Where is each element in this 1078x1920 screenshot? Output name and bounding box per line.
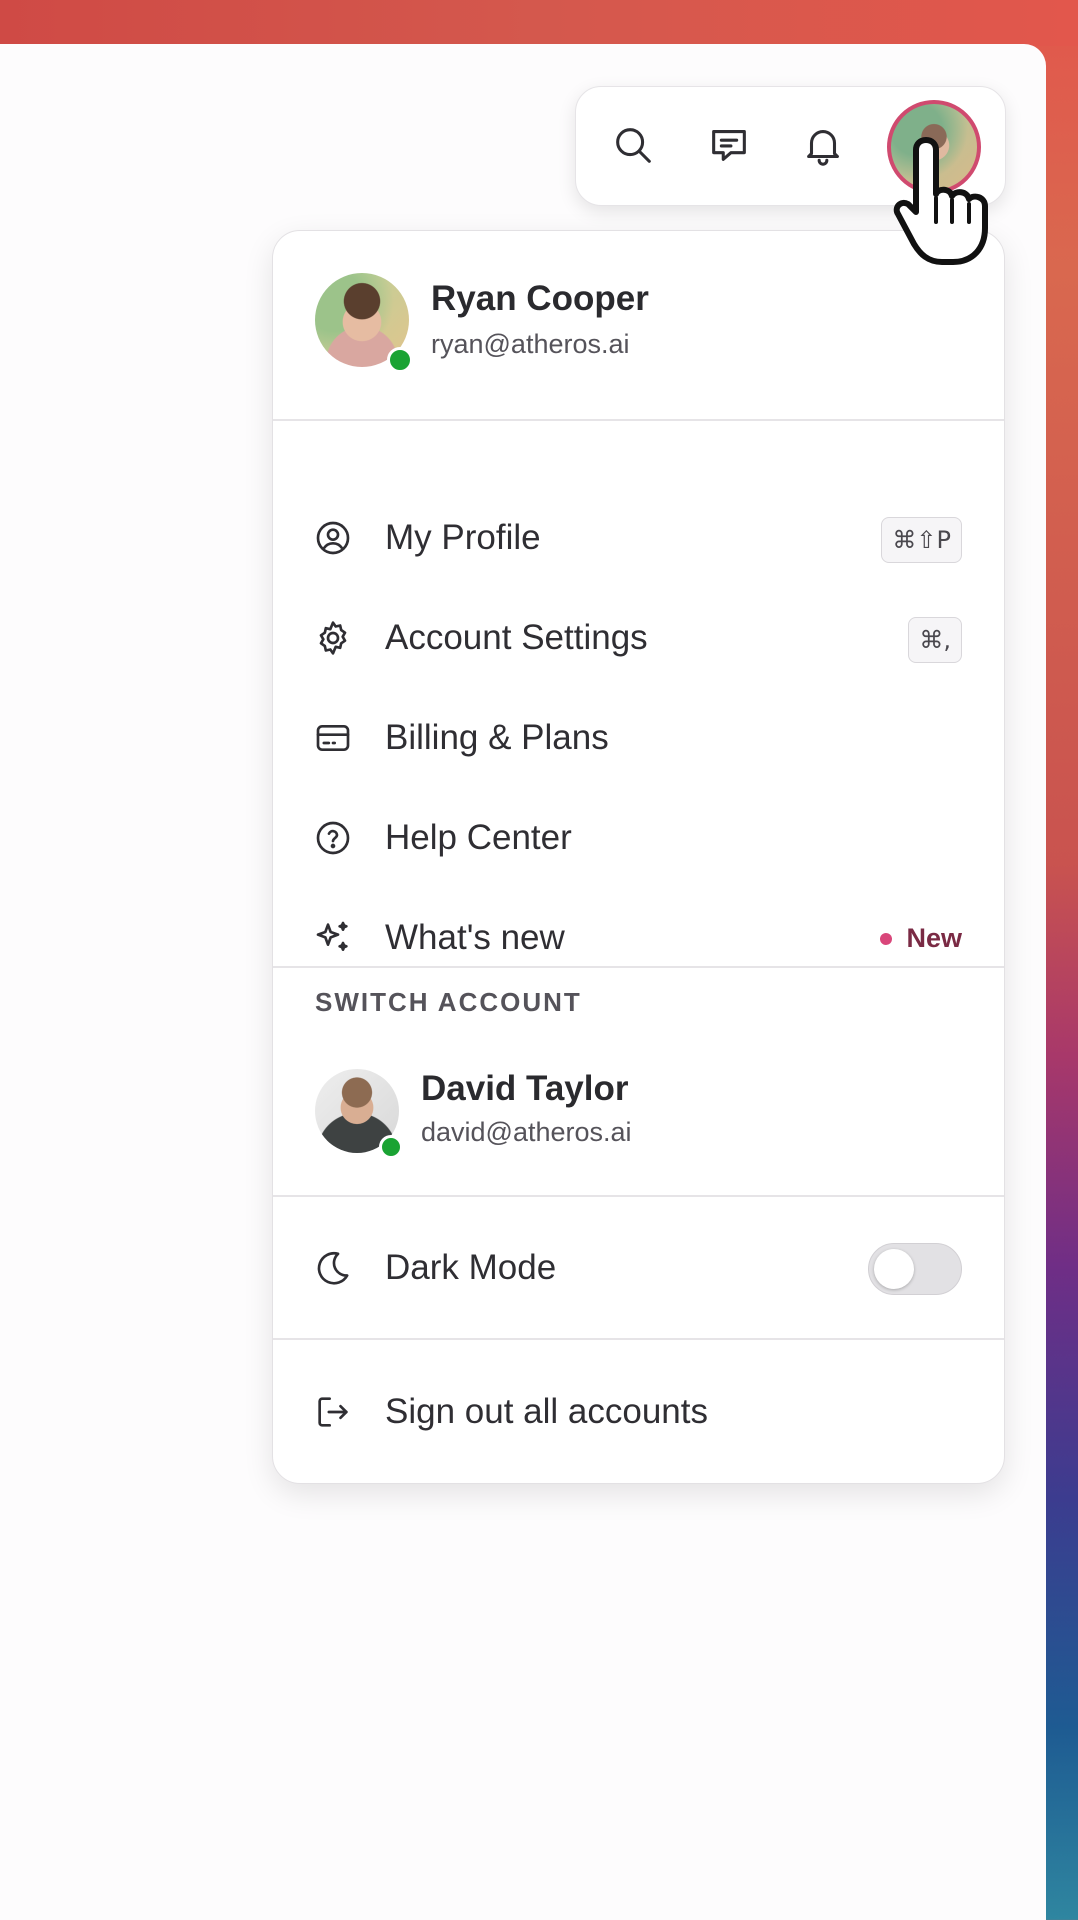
- moon-icon: [313, 1248, 353, 1288]
- new-dot: [880, 932, 893, 945]
- search-icon: [610, 122, 656, 173]
- top-toolbar: [575, 86, 1006, 206]
- menu-item-account-settings[interactable]: Account Settings ⌘,: [273, 593, 1004, 683]
- new-badge: New: [880, 923, 962, 954]
- new-badge-label: New: [906, 923, 962, 953]
- divider: [273, 419, 1004, 421]
- divider: [273, 1338, 1004, 1340]
- profile-email: ryan@atheros.ai: [431, 329, 630, 359]
- menu-item-whats-new[interactable]: What's new New: [273, 893, 1004, 983]
- messages-button[interactable]: [699, 117, 759, 177]
- credit-card-icon: [313, 718, 353, 758]
- menu-item-label: Help Center: [385, 818, 572, 857]
- search-button[interactable]: [603, 117, 663, 177]
- switch-account-email: david@atheros.ai: [421, 1117, 632, 1147]
- menu-item-billing[interactable]: Billing & Plans: [273, 693, 1004, 783]
- gear-icon: [313, 618, 353, 658]
- shortcut-badge: ⌘⇧P: [881, 517, 962, 563]
- user-circle-icon: [313, 518, 353, 558]
- switch-account-name: David Taylor: [421, 1069, 629, 1108]
- desktop-backdrop: [0, 0, 1078, 46]
- profile-name: Ryan Cooper: [431, 279, 649, 318]
- dark-mode-label: Dark Mode: [385, 1248, 557, 1287]
- menu-item-label: What's new: [385, 918, 565, 957]
- shortcut-badge: ⌘,: [908, 617, 962, 663]
- switch-account-heading: SWITCH ACCOUNT: [315, 987, 582, 1017]
- online-status-dot: [387, 347, 413, 373]
- divider: [273, 966, 1004, 968]
- logout-icon: [313, 1392, 353, 1432]
- account-avatar-button[interactable]: [887, 100, 981, 194]
- menu-item-label: Billing & Plans: [385, 718, 609, 757]
- toggle-knob: [874, 1249, 914, 1289]
- sparkles-icon: [313, 918, 353, 958]
- switch-account-item[interactable]: David Taylor david@atheros.ai: [273, 1051, 1004, 1191]
- chat-icon: [706, 122, 752, 173]
- account-dropdown-menu: Ryan Cooper ryan@atheros.ai My Profile ⌘…: [272, 230, 1005, 1484]
- menu-item-help-center[interactable]: Help Center: [273, 793, 1004, 883]
- menu-item-label: My Profile: [385, 518, 541, 557]
- sign-out-button[interactable]: Sign out all accounts: [273, 1367, 1004, 1457]
- divider: [273, 1195, 1004, 1197]
- app-window: Ryan Cooper ryan@atheros.ai My Profile ⌘…: [0, 44, 1046, 1920]
- dark-mode-toggle[interactable]: [868, 1243, 962, 1295]
- online-status-dot: [379, 1135, 403, 1159]
- sign-out-label: Sign out all accounts: [385, 1392, 708, 1431]
- menu-item-label: Account Settings: [385, 618, 648, 657]
- menu-item-my-profile[interactable]: My Profile ⌘⇧P: [273, 493, 1004, 583]
- bell-icon: [800, 122, 846, 173]
- help-circle-icon: [313, 818, 353, 858]
- notifications-button[interactable]: [793, 117, 853, 177]
